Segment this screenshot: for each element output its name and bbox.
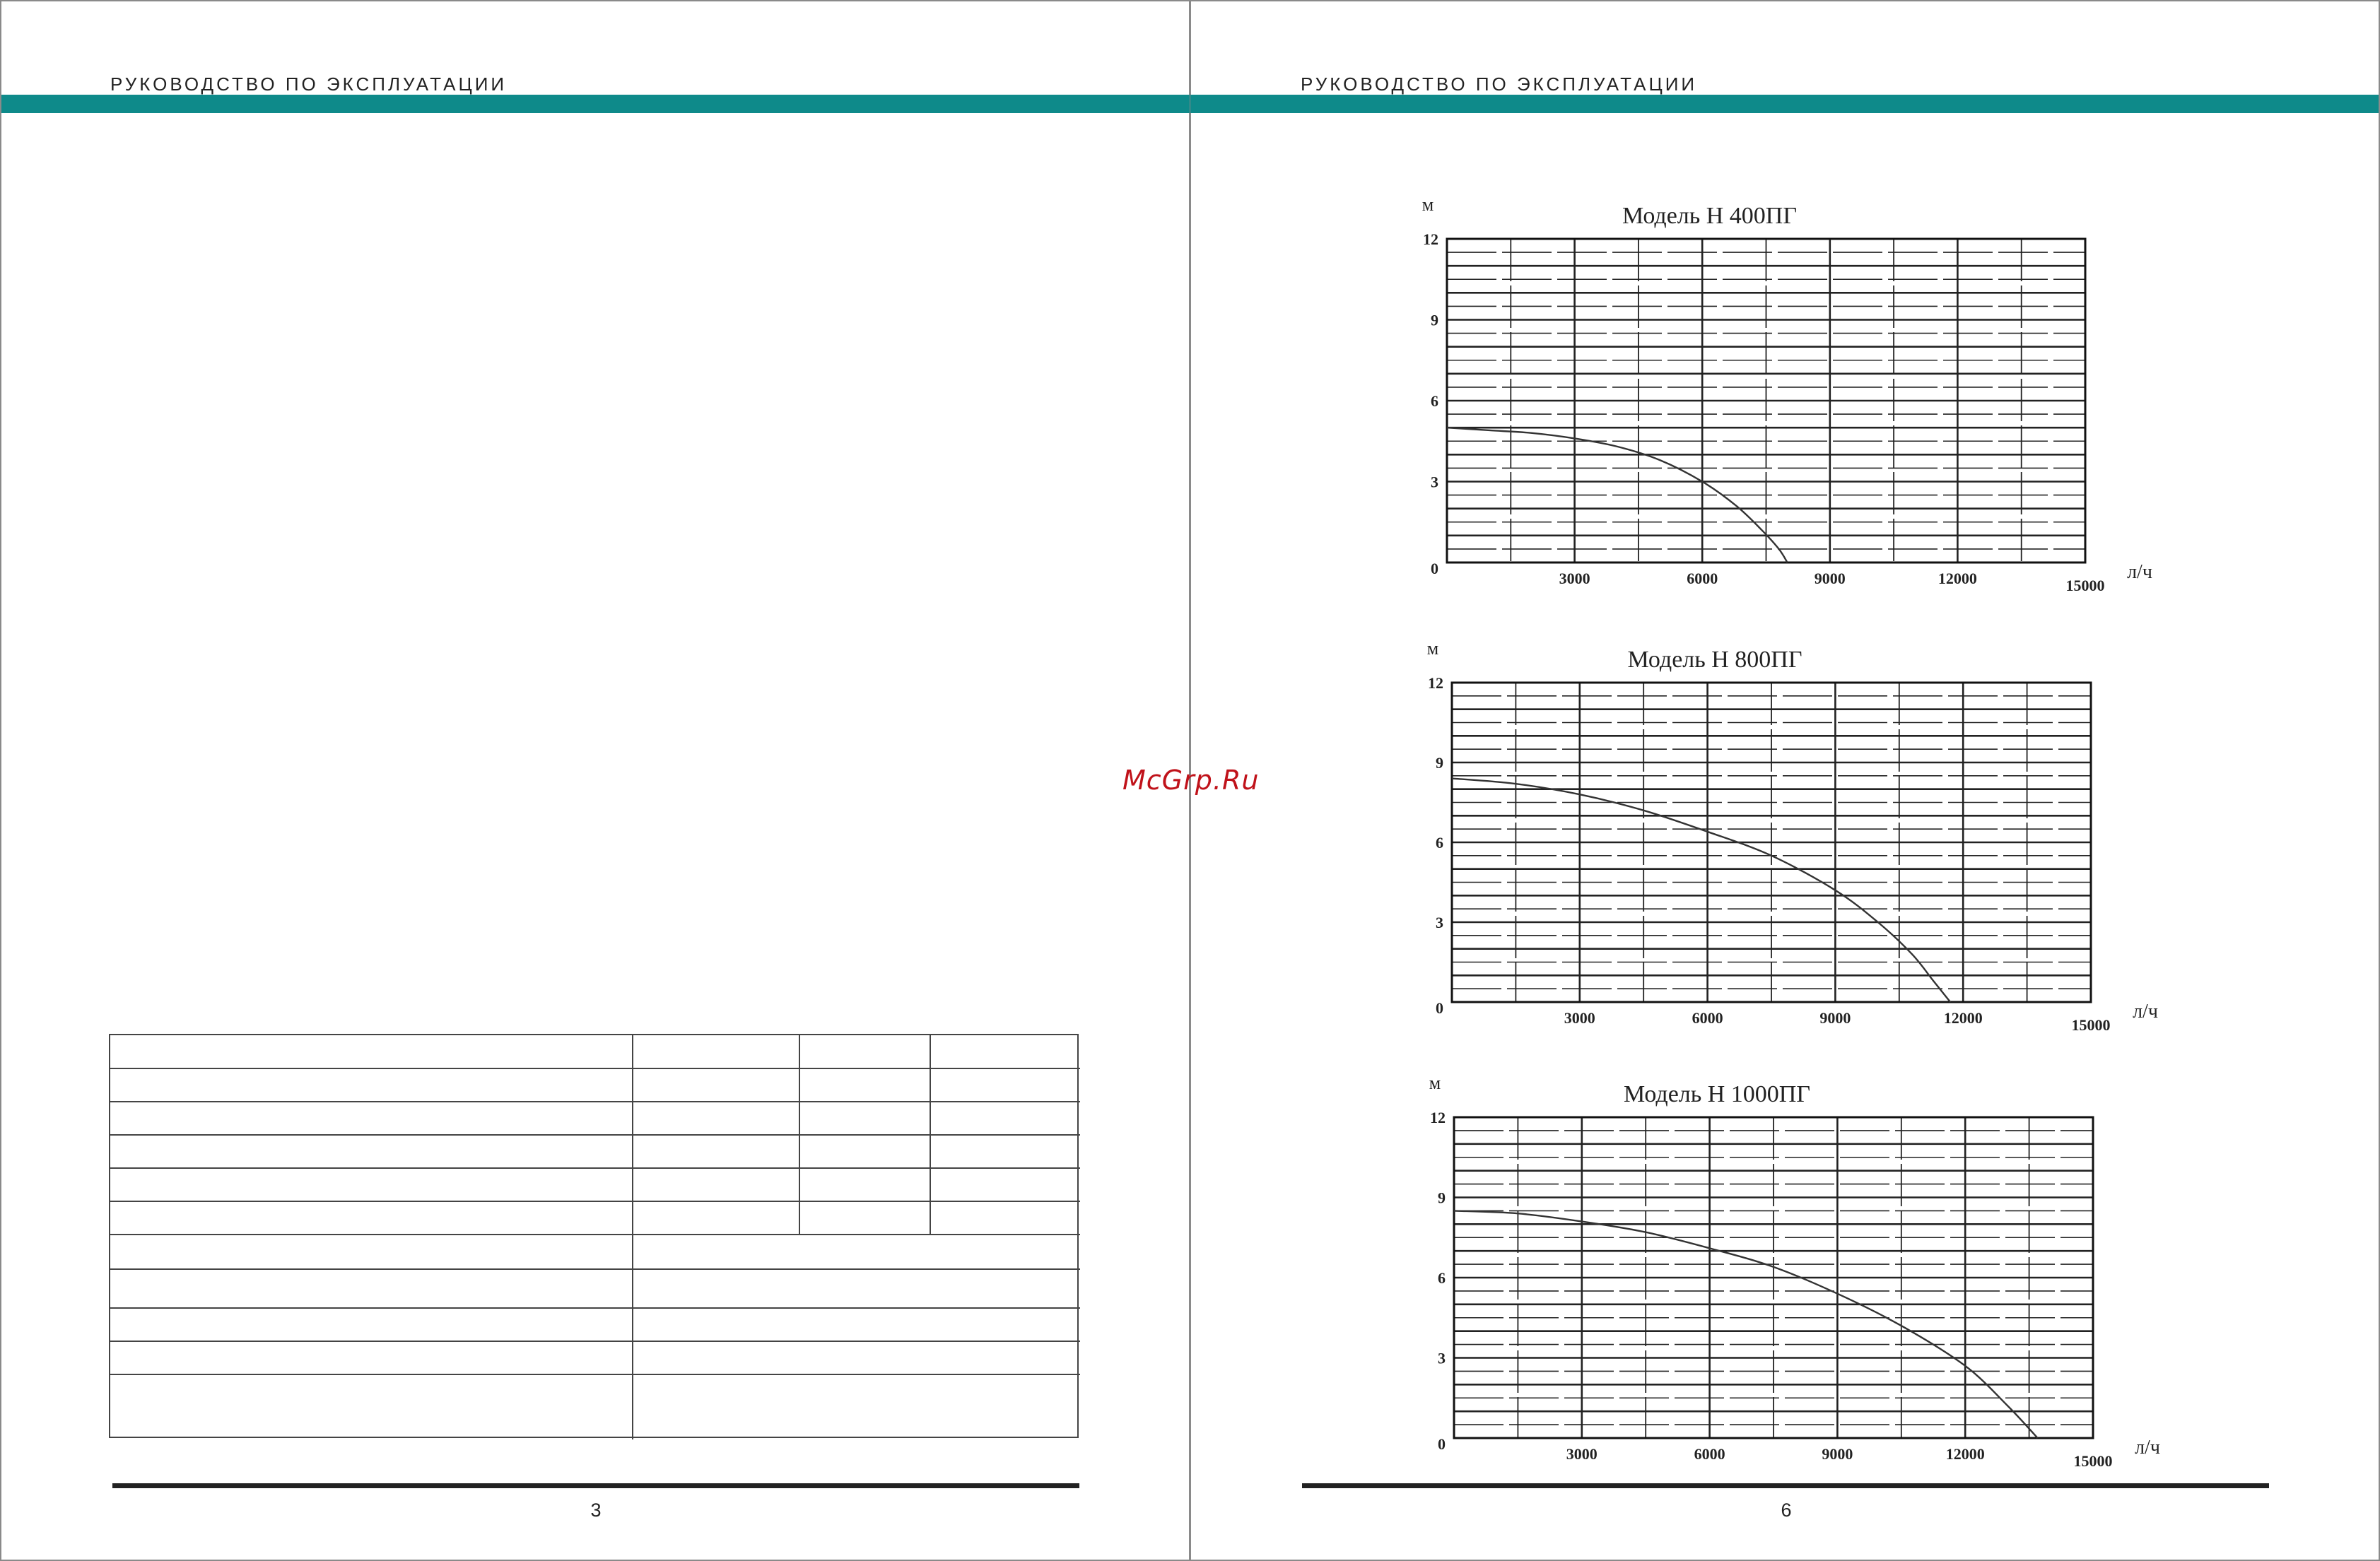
x-tick-label: 9000 xyxy=(1815,570,1846,587)
y-tick-label: 12 xyxy=(1430,1109,1446,1126)
x-tick-label: 6000 xyxy=(1687,570,1718,587)
x-tick-label: 3000 xyxy=(1559,570,1590,587)
x-tick-label: 12000 xyxy=(1938,570,1977,587)
x-tick-label: 15000 xyxy=(2072,1016,2111,1034)
chart-title: Модель Н 1000ПГ xyxy=(1624,1081,1810,1107)
y-tick-label: 6 xyxy=(1436,834,1443,852)
x-tick-label: 6000 xyxy=(1694,1445,1725,1463)
chart-title: Модель Н 400ПГ xyxy=(1622,203,1797,229)
y-tick-label: 6 xyxy=(1438,1269,1446,1287)
x-axis-label: л/ч xyxy=(2135,1437,2160,1459)
x-tick-label: 12000 xyxy=(1944,1009,1983,1027)
performance-curve xyxy=(1453,1210,2039,1439)
y-tick-label: 12 xyxy=(1423,230,1438,248)
y-tick-label: 9 xyxy=(1438,1189,1446,1207)
pump-curves: Модель Н 400ПГмл/ч0369123000 6000 9000 1200… xyxy=(1422,194,2160,1470)
y-tick-label: 3 xyxy=(1436,914,1443,931)
y-tick-label: 0 xyxy=(1431,560,1438,577)
y-tick-label: 9 xyxy=(1431,312,1438,329)
y-tick-label: 12 xyxy=(1428,674,1443,692)
y-tick-label: 3 xyxy=(1438,1350,1446,1367)
chart-1: Модель Н 400ПГ м л/ч 0 3 6 9 12 3000 6000 9000 1200… xyxy=(1422,194,2152,594)
x-tick-label: 15000 xyxy=(2066,577,2105,594)
chart-title: Модель Н 800ПГ xyxy=(1627,647,1802,673)
y-axis-label: м xyxy=(1422,194,1434,215)
y-axis-label: м xyxy=(1427,638,1438,659)
x-axis-label: л/ч xyxy=(2133,1001,2158,1023)
x-tick-label: 9000 xyxy=(1819,1009,1851,1027)
x-tick-label: 15000 xyxy=(2074,1452,2113,1470)
x-tick-label: 3000 xyxy=(1564,1009,1595,1027)
chart-3: Модель Н 1000ПГ м л/ч 0 3 6 9 12 3000 6000 9000 120… xyxy=(1429,1073,2160,1470)
chart-2: Модель Н 800ПГ м л/ч 0 3 6 9 12 3000 6000 9000 1200… xyxy=(1427,638,2158,1034)
y-tick-label: 6 xyxy=(1431,392,1438,410)
y-axis-label: м xyxy=(1429,1073,1441,1093)
y-tick-label: 0 xyxy=(1438,1435,1446,1453)
x-tick-label: 9000 xyxy=(1822,1445,1853,1463)
performance-curve xyxy=(1451,777,1952,1003)
x-axis-label: л/ч xyxy=(2127,561,2152,583)
x-tick-label: 12000 xyxy=(1946,1445,1985,1463)
y-tick-label: 9 xyxy=(1436,754,1443,772)
x-tick-label: 3000 xyxy=(1566,1445,1598,1463)
y-tick-label: 3 xyxy=(1431,473,1438,491)
x-tick-label: 6000 xyxy=(1692,1009,1723,1027)
y-tick-label: 0 xyxy=(1436,999,1443,1017)
